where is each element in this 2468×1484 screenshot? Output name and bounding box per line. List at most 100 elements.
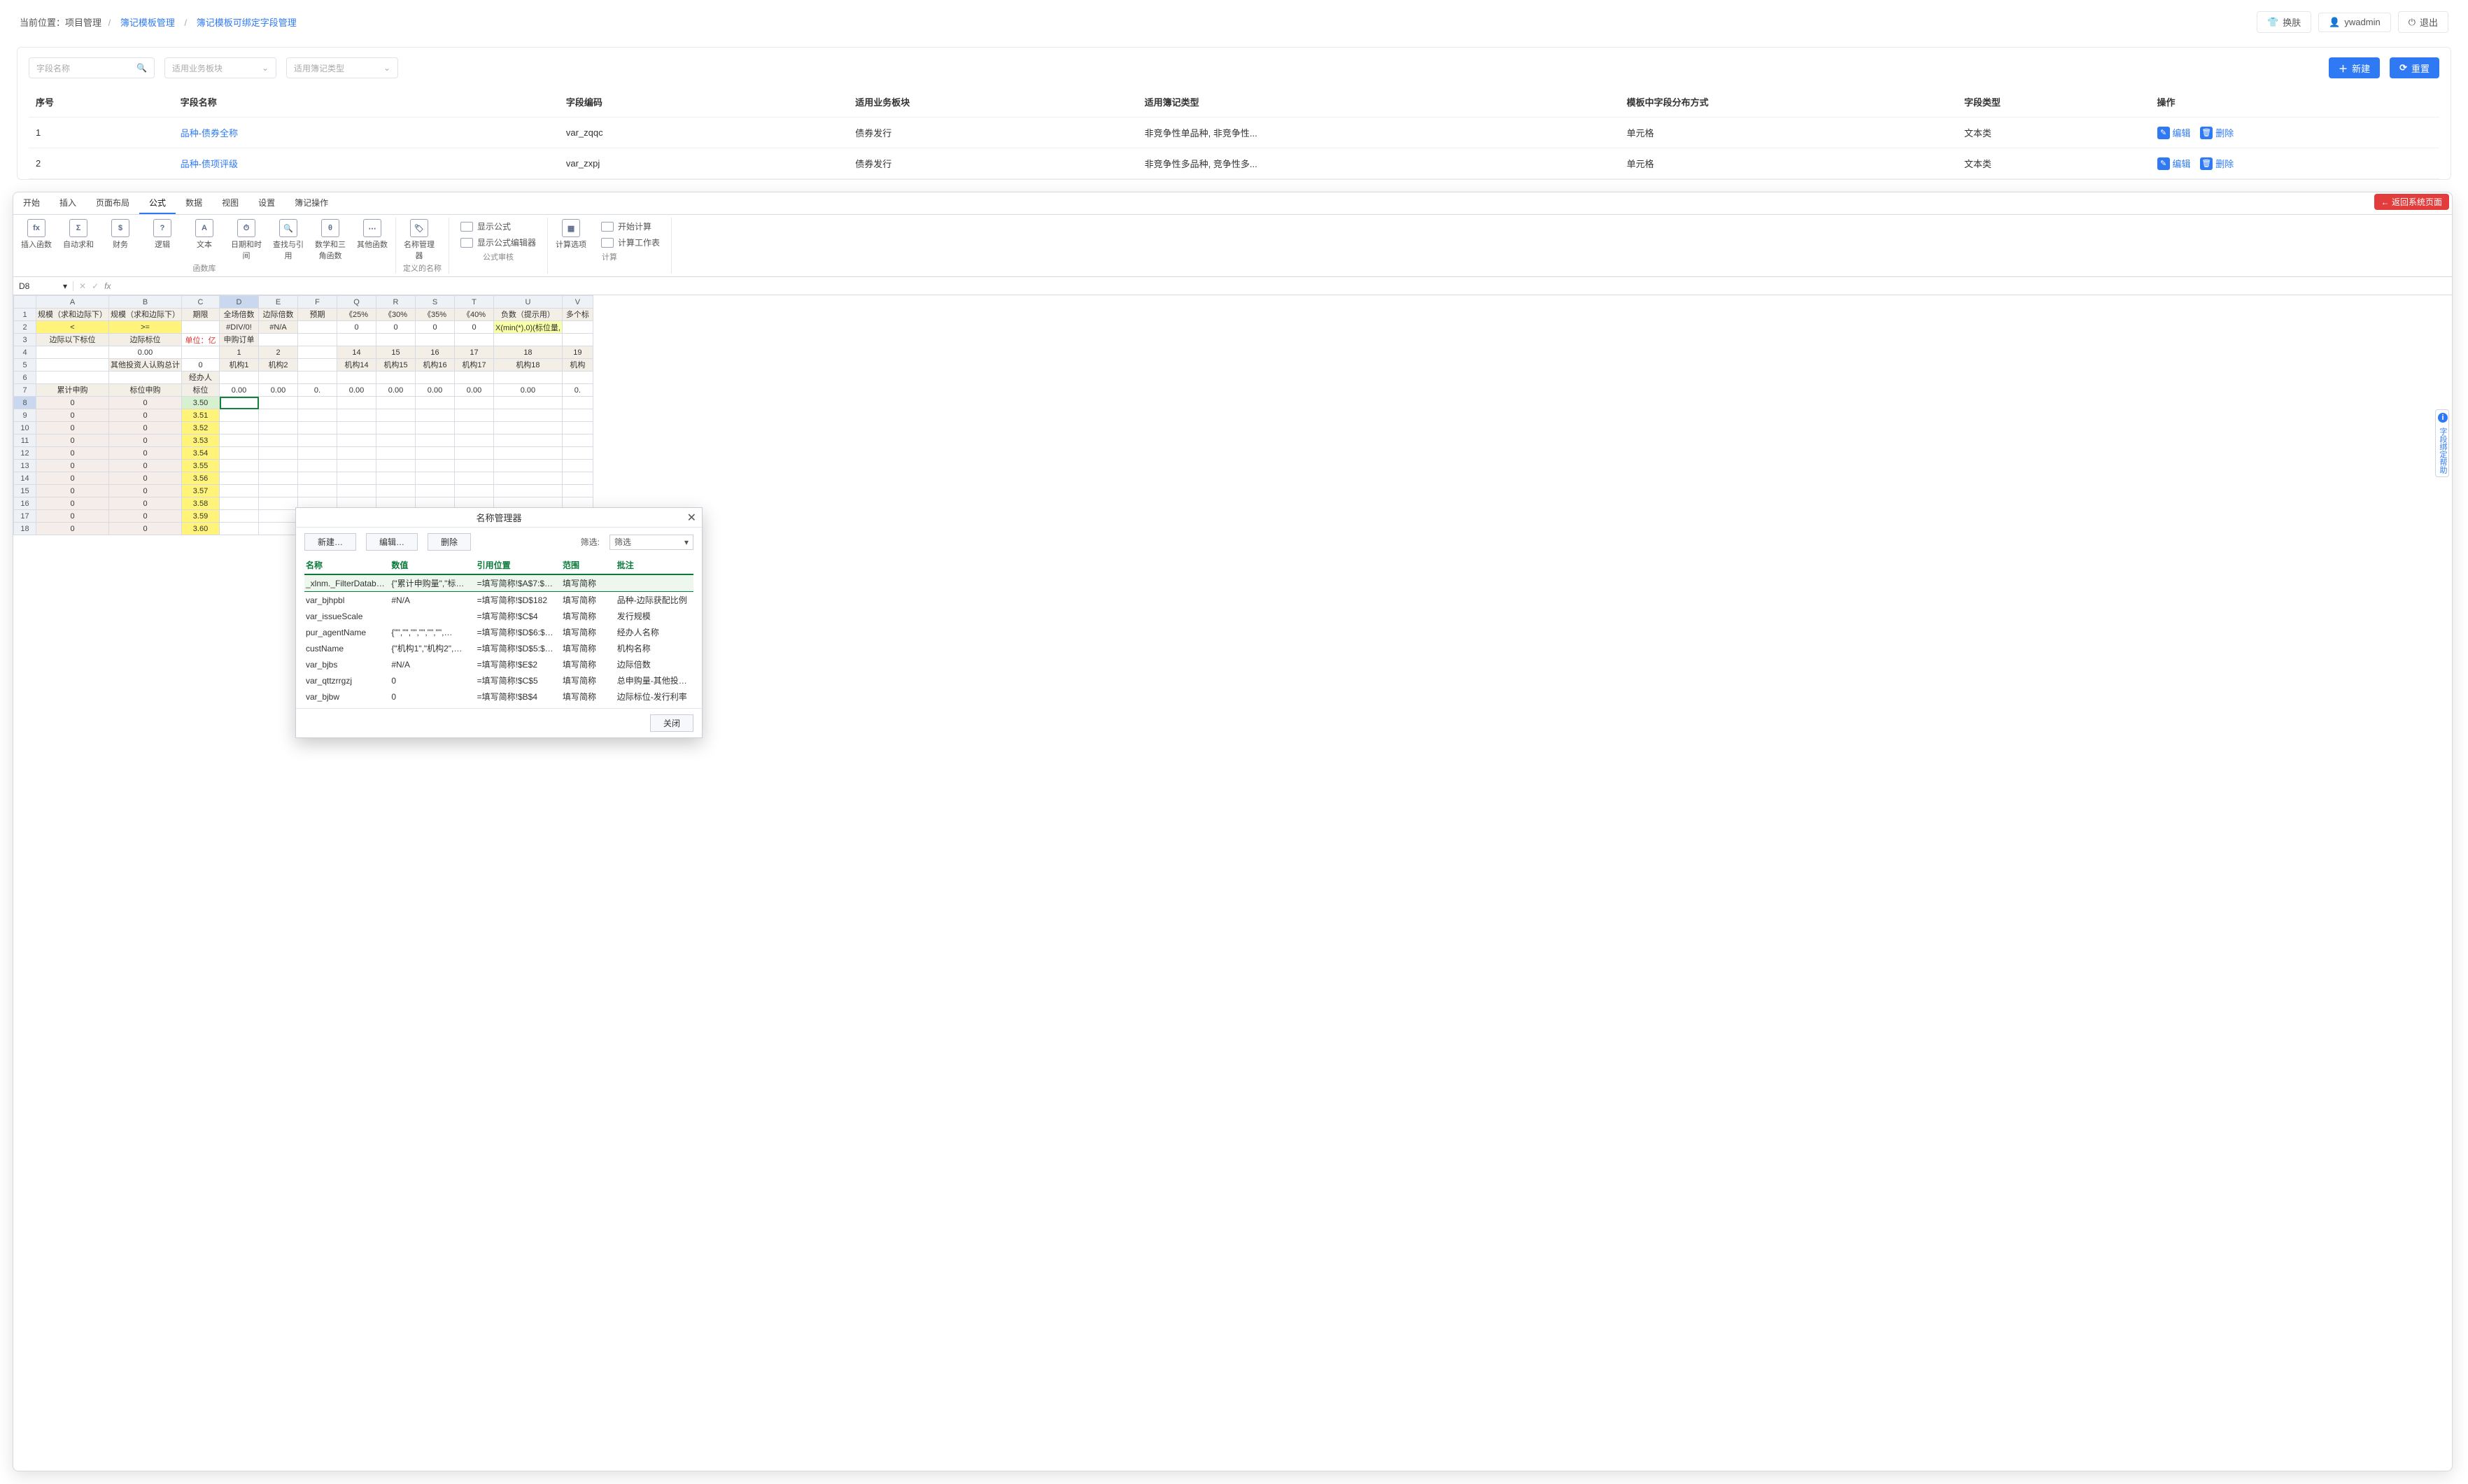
cell[interactable]: 《35%	[416, 309, 455, 321]
cell[interactable]	[220, 397, 259, 409]
cell[interactable]	[455, 334, 494, 346]
cell[interactable]	[220, 372, 259, 384]
cell[interactable]	[259, 422, 298, 434]
col-header[interactable]: R	[376, 296, 416, 309]
cell[interactable]	[337, 447, 376, 460]
name-manager[interactable]: 🏷 名称管理器	[403, 219, 435, 261]
cell[interactable]	[220, 510, 259, 523]
nm-col-header[interactable]: 范围	[561, 556, 616, 574]
cell[interactable]	[337, 472, 376, 485]
cell[interactable]: 机构14	[337, 359, 376, 372]
row-header[interactable]: 17	[14, 510, 36, 523]
cell[interactable]	[494, 485, 563, 497]
worksheet[interactable]: ABCDEFQRSTUV1规模（求和边际下）规模（求和边际下）期限全场倍数边际倍…	[13, 295, 2452, 535]
nm-row[interactable]: var_issueScale=填写简称!$C$4填写简称发行规模	[304, 608, 693, 624]
ribbon-tab[interactable]: 开始	[13, 192, 50, 214]
cell[interactable]: 0	[109, 523, 182, 535]
cell[interactable]	[455, 397, 494, 409]
cell[interactable]	[416, 397, 455, 409]
cell[interactable]	[376, 397, 416, 409]
cell[interactable]	[562, 447, 593, 460]
cell[interactable]: 0.00	[220, 384, 259, 397]
cell[interactable]: 17	[455, 346, 494, 359]
cell[interactable]: 预期	[298, 309, 337, 321]
cell[interactable]	[494, 372, 563, 384]
cell[interactable]: 0.00	[494, 384, 563, 397]
cell[interactable]: 0.00	[337, 384, 376, 397]
cell[interactable]: 《30%	[376, 309, 416, 321]
ribbon-tab[interactable]: 设置	[248, 192, 285, 214]
row-header[interactable]: 2	[14, 321, 36, 334]
cell[interactable]	[376, 422, 416, 434]
calc-now[interactable]: 开始计算	[601, 220, 651, 232]
cell[interactable]	[259, 510, 298, 523]
cell[interactable]	[494, 397, 563, 409]
cell[interactable]	[298, 422, 337, 434]
cell[interactable]: 申购订单	[220, 334, 259, 346]
cell[interactable]	[562, 460, 593, 472]
cell[interactable]	[337, 434, 376, 447]
nm-filter-select[interactable]: 筛选 ▾	[609, 535, 693, 550]
cell[interactable]	[337, 422, 376, 434]
nm-delete-button[interactable]: 删除	[428, 533, 471, 551]
cell[interactable]	[337, 372, 376, 384]
cell[interactable]	[298, 447, 337, 460]
col-header[interactable]: A	[36, 296, 109, 309]
nm-col-header[interactable]: 数值	[390, 556, 475, 574]
cell[interactable]	[259, 372, 298, 384]
col-header[interactable]: T	[455, 296, 494, 309]
cell[interactable]: 机构18	[494, 359, 563, 372]
cell[interactable]: 0	[416, 321, 455, 334]
logout-button[interactable]: ⏻ 退出	[2398, 11, 2448, 33]
cell[interactable]	[259, 447, 298, 460]
ribbon-item[interactable]: fx插入函数	[20, 219, 52, 261]
cell[interactable]: 0	[36, 422, 109, 434]
breadcrumb-item-fields[interactable]: 簿记模板可绑定字段管理	[197, 17, 297, 28]
cell[interactable]	[36, 359, 109, 372]
cell[interactable]	[416, 434, 455, 447]
row-header[interactable]: 8	[14, 397, 36, 409]
cell[interactable]	[220, 497, 259, 510]
cell[interactable]	[220, 485, 259, 497]
ribbon-tab[interactable]: 数据	[176, 192, 212, 214]
row-header[interactable]: 5	[14, 359, 36, 372]
nm-row[interactable]: var_bjhpbl#N/A=填写简称!$D$182填写简称品种-边际获配比例	[304, 592, 693, 609]
cell[interactable]	[455, 434, 494, 447]
row-header[interactable]: 12	[14, 447, 36, 460]
fx-icon[interactable]: fx	[104, 281, 111, 291]
cell[interactable]	[562, 434, 593, 447]
cell[interactable]: 规模（求和边际下）	[109, 309, 182, 321]
cell[interactable]	[376, 334, 416, 346]
cell[interactable]	[36, 372, 109, 384]
nm-col-header[interactable]: 批注	[616, 556, 693, 574]
skin-button[interactable]: 👕 换肤	[2257, 11, 2311, 33]
cell[interactable]	[562, 422, 593, 434]
cell[interactable]: 0.00	[455, 384, 494, 397]
cell[interactable]	[562, 372, 593, 384]
cell[interactable]: 多个标	[562, 309, 593, 321]
cell[interactable]: 3.57	[182, 485, 220, 497]
cell[interactable]	[455, 447, 494, 460]
cell[interactable]	[455, 485, 494, 497]
cell[interactable]	[337, 409, 376, 422]
cell[interactable]: 0.00	[259, 384, 298, 397]
cell[interactable]	[562, 397, 593, 409]
cell[interactable]	[298, 359, 337, 372]
cell[interactable]: 期限	[182, 309, 220, 321]
cell[interactable]: 0	[36, 485, 109, 497]
cell[interactable]: 3.60	[182, 523, 220, 535]
col-header[interactable]: B	[109, 296, 182, 309]
ribbon-item[interactable]: Σ自动求和	[62, 219, 94, 261]
cell[interactable]: 《40%	[455, 309, 494, 321]
cell[interactable]	[416, 409, 455, 422]
cell[interactable]: 1	[220, 346, 259, 359]
cell[interactable]	[455, 422, 494, 434]
ribbon-tab[interactable]: 插入	[50, 192, 86, 214]
cell[interactable]: 0.	[562, 384, 593, 397]
row-header[interactable]: 9	[14, 409, 36, 422]
cell[interactable]: 3.53	[182, 434, 220, 447]
row-header[interactable]: 3	[14, 334, 36, 346]
cell[interactable]	[298, 334, 337, 346]
cell[interactable]	[259, 472, 298, 485]
new-button[interactable]: ＋ 新建	[2329, 57, 2380, 78]
